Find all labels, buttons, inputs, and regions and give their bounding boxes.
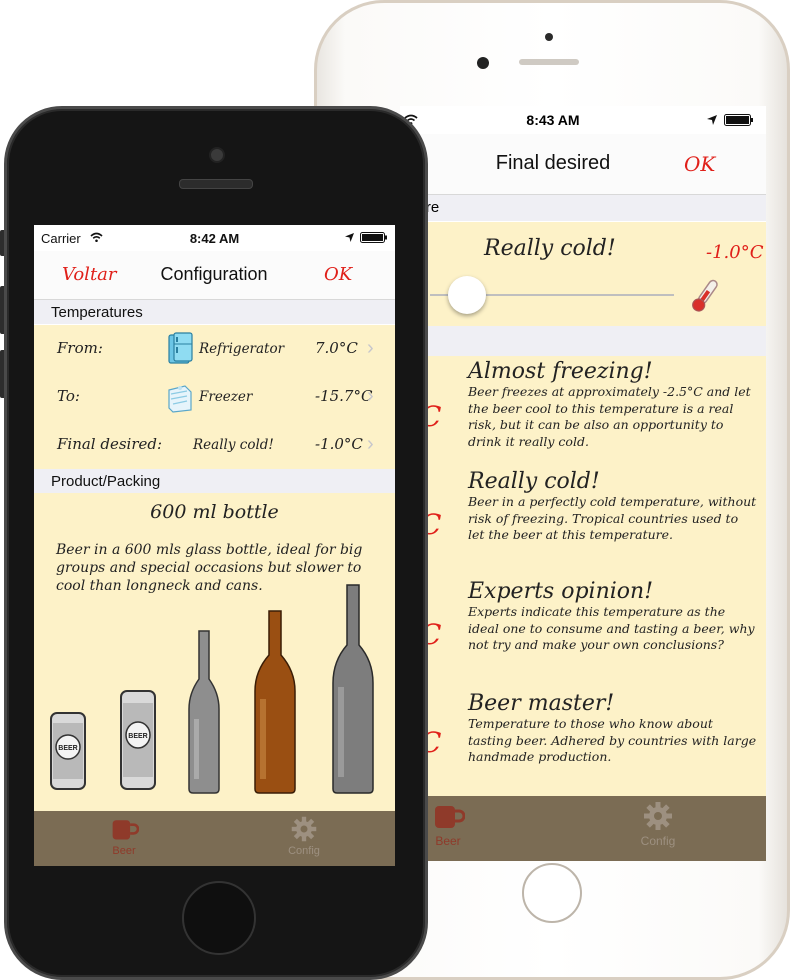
product-description: Beer in a 600 mls glass bottle, ideal fo… (56, 542, 363, 594)
tab-bar: Beer Config (34, 811, 395, 866)
longneck-option[interactable] (186, 629, 222, 795)
tab-beer[interactable]: Beer (64, 815, 184, 857)
home-button[interactable] (522, 863, 582, 923)
info-text: Beer freezes at approximately -2.5°C and… (468, 384, 751, 449)
chevron-right-icon: › (367, 385, 374, 407)
row-label: From: (57, 339, 103, 357)
row-final-desired[interactable]: Final desired: Really cold! -1.0°C › (51, 421, 395, 469)
final-desired-screen: 8:43 AM ar Final desired OK rature Reall… (400, 106, 766, 861)
mug-icon (112, 820, 139, 840)
thermometer-icon (692, 279, 718, 312)
row-label: To: (57, 387, 80, 405)
product-panel: 600 ml bottle Beer in a 600 mls glass bo… (34, 493, 395, 811)
tab-label: Beer (112, 845, 136, 857)
info-title: Almost freezing! (468, 359, 653, 384)
info-beer-master: Beer master! Temperature to those who kn… (468, 692, 758, 766)
row-text: Refrigerator (199, 341, 285, 357)
info-text: Beer in a perfectly cold temperature, wi… (468, 494, 757, 542)
section-header-label: Temperatures (51, 304, 143, 321)
earpiece (179, 179, 253, 189)
info-text: Temperature to those who know about tast… (468, 716, 757, 764)
chevron-right-icon: › (367, 433, 374, 455)
info-really-cold: Really cold! Beer in a perfectly cold te… (468, 470, 758, 544)
mug-icon (435, 806, 465, 828)
info-title: Experts opinion! (468, 579, 654, 604)
row-text: Really cold! (193, 437, 274, 453)
row-from[interactable]: From: Refrigerator 7.0°C › (51, 325, 395, 374)
tab-label: Beer (435, 834, 461, 848)
location-arrow-icon (345, 233, 354, 242)
sensor-dot (545, 33, 553, 41)
page-title: Final desired (495, 152, 611, 174)
slider-value: -1.0°C (706, 242, 764, 263)
section-header-product: Product/Packing (34, 469, 395, 493)
battery-icon (360, 232, 387, 243)
info-experts-opinion: Experts opinion! Experts indicate this t… (468, 580, 758, 654)
home-button[interactable] (182, 881, 256, 955)
tab-config[interactable]: Config (244, 815, 364, 857)
gear-icon (291, 816, 317, 842)
nav-bar: ar Final desired OK (400, 134, 766, 195)
row-value: -1.0°C (315, 435, 363, 453)
section-header-temperature: rature (400, 195, 766, 221)
section-gap (400, 326, 766, 356)
600ml-bottle-option[interactable] (330, 583, 376, 795)
row-value: 7.0°C (315, 339, 358, 357)
tab-label: Config (640, 834, 676, 848)
earpiece (519, 59, 579, 65)
row-text: Freezer (199, 389, 253, 405)
ok-button[interactable]: OK (324, 264, 352, 285)
svg-text:BEER: BEER (58, 745, 77, 752)
status-bar: Carrier 8:42 AM (34, 225, 395, 251)
temperature-info-panel: °C Almost freezing! Beer freezes at appr… (400, 356, 766, 796)
row-to[interactable]: To: Freezer -15.7°C › (51, 373, 395, 422)
freezer-icon (168, 385, 192, 413)
location-arrow-icon (707, 115, 717, 125)
front-camera (209, 147, 225, 163)
tab-config[interactable]: Config (598, 800, 718, 848)
chevron-right-icon: › (367, 337, 374, 359)
info-almost-freezing: Almost freezing! Beer freezes at approxi… (468, 360, 758, 450)
gear-icon (644, 802, 672, 830)
info-title: Beer master! (468, 691, 615, 716)
page-title: Configuration (160, 264, 268, 284)
refrigerator-icon (168, 332, 193, 364)
section-header-temperatures: Temperatures (34, 300, 395, 324)
tall-can-option[interactable]: BEER (118, 687, 158, 793)
row-value: -15.7°C (315, 387, 373, 405)
svg-text:BEER: BEER (128, 733, 147, 740)
slider-label: Really cold! (484, 236, 616, 261)
temperature-slider-panel: Really cold! -1.0°C (400, 222, 766, 326)
slider-thumb[interactable] (447, 276, 486, 314)
status-time: 8:43 AM (526, 112, 580, 128)
ok-button[interactable]: OK (684, 152, 715, 176)
battery-icon (724, 114, 753, 126)
info-text: Experts indicate this temperature as the… (468, 604, 755, 652)
tab-bar: Beer Config (400, 796, 766, 861)
configuration-screen: Carrier 8:42 AM Voltar Configuration OK … (34, 225, 395, 866)
nav-bar: Voltar Configuration OK (34, 251, 395, 300)
status-time: 8:42 AM (189, 231, 240, 246)
front-camera (477, 57, 489, 69)
info-title: Really cold! (468, 469, 600, 494)
section-header-label: Product/Packing (51, 473, 161, 490)
voltar-button[interactable]: Voltar (62, 264, 117, 285)
product-title: 600 ml bottle (150, 501, 279, 523)
status-bar: 8:43 AM (400, 106, 766, 134)
row-label: Final desired: (57, 435, 163, 453)
tab-label: Config (288, 845, 320, 857)
can-option[interactable]: BEER (48, 709, 88, 793)
amber-bottle-option[interactable] (252, 609, 298, 795)
